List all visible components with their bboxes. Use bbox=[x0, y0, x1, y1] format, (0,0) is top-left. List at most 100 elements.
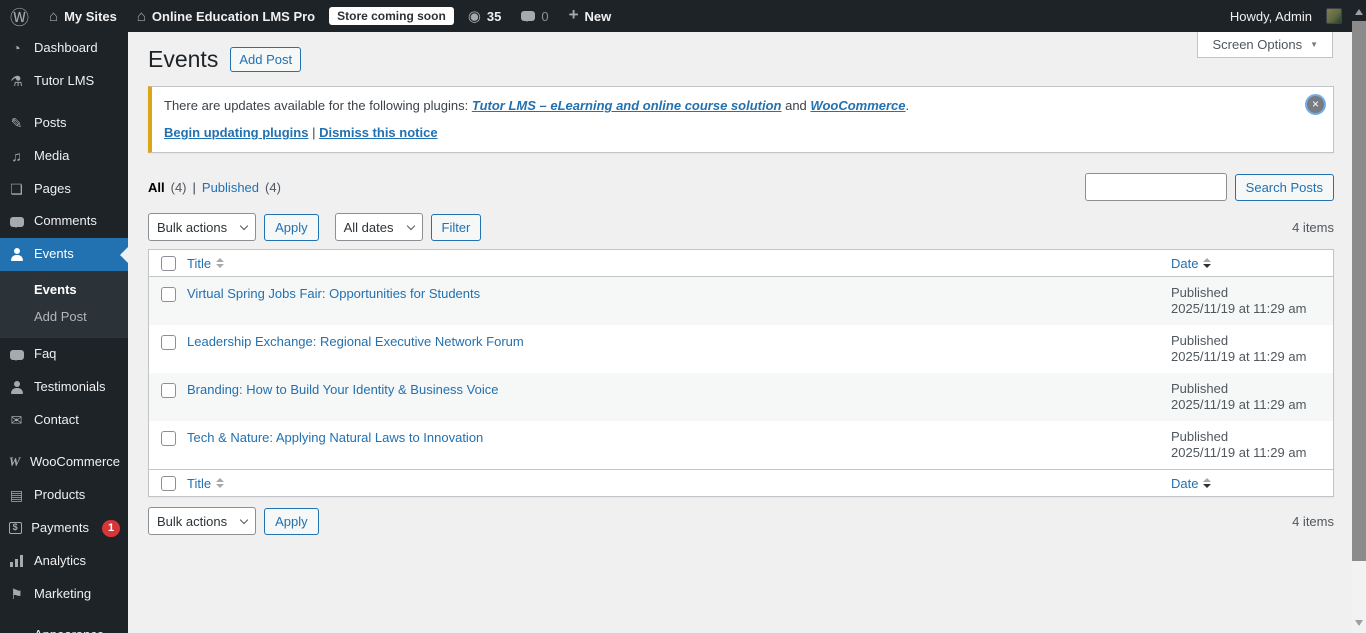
column-footer-date[interactable]: Date bbox=[1171, 475, 1212, 491]
sidebar-item-events[interactable]: Events bbox=[0, 238, 128, 272]
site-name-label: Online Education LMS Pro bbox=[151, 8, 316, 24]
dismiss-notice-link[interactable]: Dismiss this notice bbox=[319, 125, 437, 140]
sidebar-item-analytics[interactable]: Analytics bbox=[0, 545, 128, 578]
new-content-menu[interactable]: + New bbox=[559, 0, 622, 32]
column-footer-title[interactable]: Title bbox=[187, 476, 225, 491]
events-table: Title Date Virtual Spring Jobs Fair: Opp… bbox=[148, 249, 1334, 498]
page-title: Events bbox=[148, 46, 219, 72]
sidebar-item-label: Contact bbox=[34, 412, 79, 428]
event-title-link[interactable]: Tech & Nature: Applying Natural Laws to … bbox=[187, 430, 483, 445]
search-posts-button[interactable]: Search Posts bbox=[1234, 173, 1334, 201]
sidebar-item-dashboard[interactable]: ◔ Dashboard bbox=[0, 32, 128, 65]
sidebar-item-label: Marketing bbox=[34, 585, 92, 601]
events-submenu: Events Add Post bbox=[0, 271, 128, 339]
add-post-button[interactable]: Add Post bbox=[230, 46, 302, 72]
sidebar-item-label: Appearance bbox=[34, 627, 104, 633]
screen-options-button[interactable]: Screen Options ▼ bbox=[1197, 32, 1333, 58]
filter-button[interactable]: Filter bbox=[430, 213, 482, 241]
apply-button[interactable]: Apply bbox=[264, 213, 319, 241]
all-dates-select[interactable]: All dates bbox=[334, 213, 423, 242]
scrollbar-thumb[interactable] bbox=[1352, 21, 1366, 561]
notice-period: . bbox=[905, 98, 910, 113]
sidebar-item-tutor-lms[interactable]: ⚗ Tutor LMS bbox=[0, 65, 128, 98]
all-dates-value: All dates bbox=[343, 219, 394, 235]
sidebar-item-pages[interactable]: ❏ Pages bbox=[0, 173, 128, 206]
tutor-lms-icon: ⚗ bbox=[10, 73, 23, 90]
eye-icon: ◉ bbox=[467, 7, 481, 25]
items-count: 4 items bbox=[1292, 219, 1334, 235]
howdy-label: Howdy, Admin bbox=[1229, 8, 1312, 24]
payments-update-badge: 1 bbox=[102, 519, 120, 537]
sidebar-item-media[interactable]: ♫ Media bbox=[0, 140, 128, 173]
sidebar-item-comments[interactable]: Comments bbox=[0, 205, 128, 238]
avatar bbox=[1326, 8, 1342, 24]
table-footer-row: Title Date bbox=[149, 469, 1333, 496]
row-checkbox[interactable] bbox=[160, 335, 176, 351]
plugin-link-woocommerce[interactable]: WooCommerce bbox=[810, 98, 905, 113]
wordpress-logo-menu[interactable]: Ⓦ bbox=[0, 0, 39, 32]
account-menu[interactable]: Howdy, Admin bbox=[1220, 0, 1352, 32]
sidebar-item-contact[interactable]: ✉ Contact bbox=[0, 404, 128, 437]
column-header-title[interactable]: Title bbox=[187, 256, 225, 271]
chevron-down-icon bbox=[239, 515, 249, 525]
table-row: Virtual Spring Jobs Fair: Opportunities … bbox=[149, 277, 1333, 326]
filter-all-link[interactable]: All bbox=[148, 180, 165, 195]
sidebar-item-posts[interactable]: ✎ Posts bbox=[0, 107, 128, 140]
plugin-link-tutor-lms[interactable]: Tutor LMS – eLearning and online course … bbox=[472, 98, 782, 113]
sidebar-item-testimonials[interactable]: Testimonials bbox=[0, 371, 128, 404]
home-icon: ⌂ bbox=[136, 7, 146, 25]
row-checkbox[interactable] bbox=[160, 431, 176, 447]
sidebar-item-label: Payments bbox=[31, 519, 89, 535]
sidebar-item-faq[interactable]: Faq bbox=[0, 338, 128, 371]
apply-button-bottom[interactable]: Apply bbox=[264, 507, 319, 535]
dismiss-notice-icon[interactable]: × bbox=[1307, 96, 1324, 113]
my-sites-icon: ⌂ bbox=[49, 7, 59, 25]
sidebar-item-woocommerce[interactable]: W WooCommerce bbox=[0, 446, 128, 479]
select-all-checkbox[interactable] bbox=[160, 255, 176, 271]
comments-icon bbox=[8, 214, 25, 229]
page-scrollbar[interactable] bbox=[1352, 0, 1366, 633]
search-input[interactable] bbox=[1084, 173, 1227, 202]
marketing-icon: ⚑ bbox=[10, 585, 23, 602]
filter-separator: | bbox=[192, 179, 196, 195]
table-row: Branding: How to Build Your Identity & B… bbox=[149, 373, 1333, 422]
row-checkbox[interactable] bbox=[160, 383, 176, 399]
bulk-actions-select[interactable]: Bulk actions bbox=[148, 213, 257, 242]
views-counter[interactable]: ◉ 35 bbox=[458, 0, 512, 32]
scroll-up-arrow-icon[interactable] bbox=[1355, 9, 1363, 15]
my-sites-label: My Sites bbox=[64, 8, 117, 24]
sidebar-item-appearance[interactable]: ✒ Appearance bbox=[0, 619, 128, 633]
posts-icon: ✎ bbox=[10, 115, 23, 132]
date-value: 2025/11/19 at 11:29 am bbox=[1171, 445, 1307, 461]
submenu-item-events[interactable]: Events bbox=[0, 276, 128, 303]
begin-updating-link[interactable]: Begin updating plugins bbox=[164, 125, 308, 140]
sidebar-item-label: WooCommerce bbox=[29, 453, 120, 469]
notice-actions: Begin updating plugins | Dismiss this no… bbox=[164, 124, 1293, 142]
status-label: Published bbox=[1171, 381, 1229, 397]
sidebar-item-products[interactable]: ▤ Products bbox=[0, 479, 128, 512]
sidebar-item-marketing[interactable]: ⚑ Marketing bbox=[0, 578, 128, 611]
row-checkbox[interactable] bbox=[160, 287, 176, 303]
bulk-actions-select-bottom[interactable]: Bulk actions bbox=[148, 507, 257, 536]
sidebar-item-label: Analytics bbox=[34, 552, 87, 568]
sort-icons bbox=[216, 478, 225, 489]
my-sites-menu[interactable]: ⌂ My Sites bbox=[39, 0, 127, 32]
notice-text: There are updates available for the foll… bbox=[164, 97, 1293, 115]
event-title-link[interactable]: Branding: How to Build Your Identity & B… bbox=[187, 382, 498, 397]
scroll-down-arrow-icon[interactable] bbox=[1355, 620, 1363, 626]
date-column-label: Date bbox=[1171, 475, 1199, 491]
sidebar-item-label: Comments bbox=[34, 213, 97, 229]
view-filters: All (4) | Published (4) bbox=[148, 180, 281, 195]
event-title-link[interactable]: Leadership Exchange: Regional Executive … bbox=[187, 334, 524, 349]
filter-published-link[interactable]: Published bbox=[202, 180, 259, 195]
sidebar-item-payments[interactable]: $ Payments 1 bbox=[0, 512, 128, 545]
site-name-menu[interactable]: ⌂ Online Education LMS Pro bbox=[127, 0, 325, 32]
woocommerce-icon: W bbox=[8, 453, 21, 469]
sidebar-item-label: Tutor LMS bbox=[34, 72, 95, 88]
comments-counter[interactable]: 0 bbox=[511, 0, 558, 32]
sidebar-item-label: Pages bbox=[34, 180, 71, 196]
submenu-item-add-post[interactable]: Add Post bbox=[0, 303, 128, 330]
column-header-date[interactable]: Date bbox=[1171, 256, 1212, 271]
select-all-checkbox[interactable] bbox=[160, 475, 176, 491]
event-title-link[interactable]: Virtual Spring Jobs Fair: Opportunities … bbox=[187, 286, 480, 301]
